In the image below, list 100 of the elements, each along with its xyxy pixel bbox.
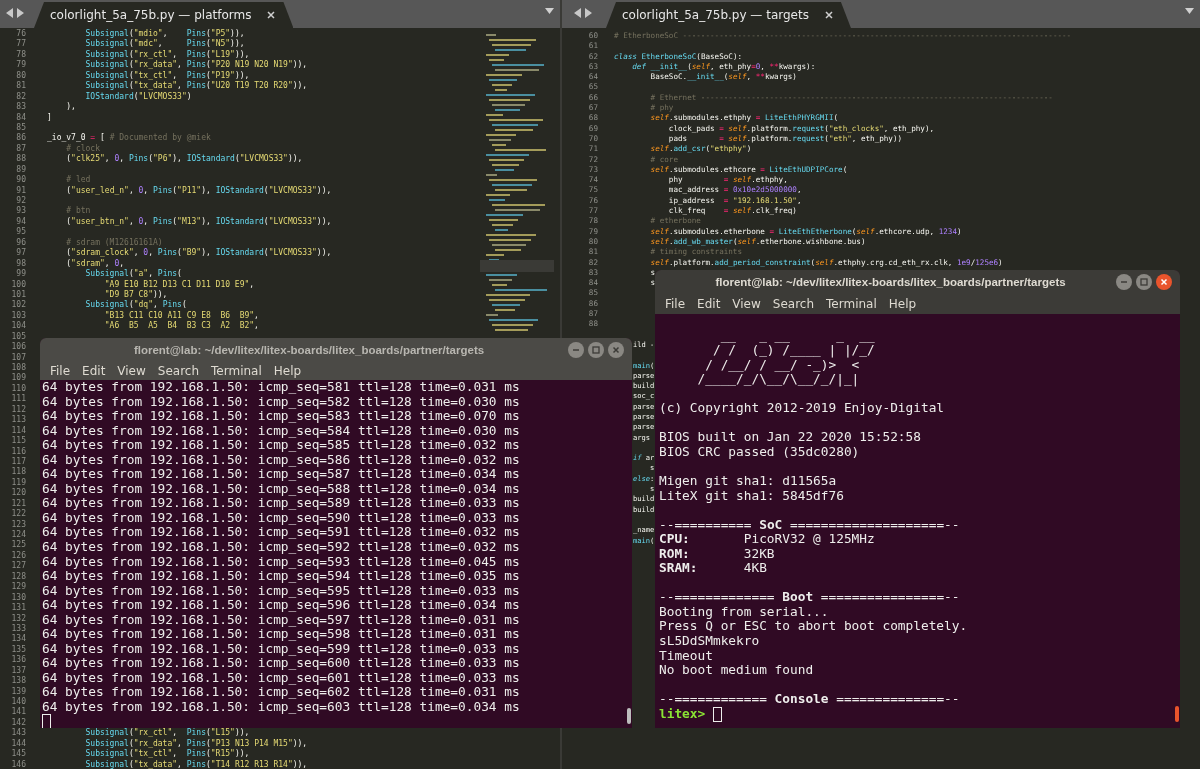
- line-number: 91: [15, 185, 27, 196]
- terminal-line: Booting from serial...: [659, 604, 829, 620]
- code-line: Subsignal("tx_ctl", Pins("R15")),: [84, 749, 250, 760]
- menu-item[interactable]: Terminal: [205, 364, 268, 378]
- line-number: 90: [15, 175, 27, 186]
- line-number: 124: [10, 530, 27, 540]
- code-line: Subsignal("rx_data", Pins("P13 N13 P14 M15")),: [84, 738, 308, 749]
- terminal-line: 64 bytes from 192.168.1.50: icmp_seq=581 ttl=128 time=0.031 ms: [42, 380, 520, 395]
- terminal-line: BIOS CRC passed (35dc0280): [659, 444, 860, 460]
- scrollbar-thumb[interactable]: [1175, 706, 1179, 722]
- minimize-icon: [1120, 278, 1128, 286]
- code-line: Subsignal("tx_data", Pins("T14 R12 R13 R14")),: [84, 759, 308, 769]
- editor-tab[interactable]: colorlight_5a_75b.py — platforms: [34, 2, 294, 28]
- terminal-line: sL5DdSMmkekro: [659, 634, 760, 649]
- menu-item[interactable]: Edit: [691, 297, 727, 311]
- code-line: _io_v7_0 = [ # Documented by @miek: [47, 133, 211, 144]
- close-icon: [1160, 278, 1168, 286]
- minimize-icon: [572, 346, 580, 354]
- terminal-line: 64 bytes from 192.168.1.50: icmp_seq=602 ttl=128 time=0.031 ms: [42, 685, 520, 701]
- line-number: 80: [15, 70, 27, 81]
- line-number: 141: [10, 707, 27, 718]
- line-number: 86: [15, 133, 27, 144]
- code-line: # sdram (M12616161A): [65, 237, 163, 248]
- line-number: 133: [10, 623, 27, 634]
- terminal-line: 64 bytes from 192.168.1.50: icmp_seq=589 ttl=128 time=0.033 ms: [42, 496, 520, 511]
- nav-arrows-icon: [6, 8, 24, 18]
- terminal-line: 64 bytes from 192.168.1.50: icmp_seq=587 ttl=128 time=0.034 ms: [42, 467, 520, 482]
- window-title: florent@lab: ~/dev/litex/litex-boards/litex_boards/partner/targets: [133, 344, 485, 356]
- line-number: 96: [15, 237, 27, 248]
- window-title: florent@lab: ~/dev/litex/litex-boards/litex_boards/partner/targets: [715, 276, 1066, 288]
- nav-arrows-icon: [574, 8, 592, 18]
- menu-item[interactable]: Search: [766, 297, 821, 311]
- terminal-line: 64 bytes from 192.168.1.50: icmp_seq=590 ttl=128 time=0.033 ms: [42, 510, 520, 526]
- line-number: 97: [15, 248, 27, 259]
- line-number: 88: [15, 154, 27, 165]
- line-number: 108: [10, 363, 27, 373]
- line-number: 130: [10, 592, 27, 603]
- line-number: 116: [10, 446, 27, 457]
- line-number: 140: [10, 697, 27, 707]
- minimize-button[interactable]: [568, 342, 584, 358]
- menu-item[interactable]: File: [659, 297, 692, 311]
- terminal-line: No boot medium found: [659, 663, 814, 678]
- code-line: "A6 B5 A5 B4 B3 C3 A2 B2",: [103, 321, 259, 332]
- terminal-line: 64 bytes from 192.168.1.50: icmp_seq=588 ttl=128 time=0.034 ms: [42, 481, 520, 497]
- terminal-line: / /__/ / __/ -_)> <: [704, 357, 860, 373]
- terminal-line: --============= Boot ================--: [659, 590, 960, 605]
- maximize-button[interactable]: [588, 342, 604, 358]
- code-line: ("sdram_clock", 0, Pins("B9"), IOStandard("LVCMOS33")),: [65, 248, 332, 259]
- text-cursor: [713, 706, 723, 722]
- terminal-line: 64 bytes from 192.168.1.50: icmp_seq=598 ttl=128 time=0.031 ms: [42, 627, 520, 642]
- line-number: 95: [15, 227, 27, 238]
- terminal-line: 64 bytes from 192.168.1.50: icmp_seq=591 ttl=128 time=0.032 ms: [42, 525, 520, 540]
- code-line: Subsignal("mdc", Pins("N5")),: [84, 39, 245, 50]
- terminal-line: 64 bytes from 192.168.1.50: icmp_seq=584 ttl=128 time=0.030 ms: [42, 423, 520, 439]
- menu-item[interactable]: View: [111, 364, 152, 378]
- code-line: ]: [47, 112, 52, 123]
- code-line: # led: [65, 175, 91, 186]
- code-line: ("user_btn_n", 0, Pins("M13"), IOStandard("LVCMOS33")),: [65, 216, 332, 228]
- line-number: 122: [10, 509, 27, 520]
- menu-item[interactable]: Help: [267, 364, 308, 378]
- menu-item[interactable]: Search: [151, 364, 206, 378]
- minimize-button[interactable]: [1116, 274, 1132, 290]
- line-number: 109: [10, 373, 27, 384]
- code-line: Subsignal("tx_ctl", Pins("P19")),: [84, 70, 250, 81]
- close-button[interactable]: [1156, 274, 1172, 290]
- line-number: 134: [10, 634, 27, 645]
- line-number: 120: [10, 488, 27, 499]
- close-icon: [267, 11, 276, 19]
- terminal-line: 64 bytes from 192.168.1.50: icmp_seq=585 ttl=128 time=0.032 ms: [42, 438, 520, 453]
- maximize-icon: [1140, 278, 1148, 286]
- line-number: 89: [15, 164, 27, 175]
- terminal-line: Timeout: [659, 648, 713, 664]
- terminal-line: /____/_/\__/\__/_/|_|: [696, 372, 860, 387]
- line-number: 93: [15, 206, 27, 217]
- menu-item[interactable]: Edit: [76, 364, 112, 378]
- code-line: ("clk25", 0, Pins("P6"), IOStandard("LVCMOS33")),: [65, 154, 303, 165]
- line-number: 145: [10, 749, 27, 760]
- line-number: 129: [10, 582, 27, 593]
- scrollbar-thumb[interactable]: [627, 708, 631, 724]
- terminal-line: --========== SoC ====================--: [659, 517, 960, 533]
- terminal-line: 64 bytes from 192.168.1.50: icmp_seq=596 ttl=128 time=0.034 ms: [42, 598, 520, 613]
- line-number: 94: [15, 216, 27, 227]
- code-line: # clock: [65, 143, 100, 154]
- editor-tab[interactable]: colorlight_5a_75b.py — targets: [606, 2, 851, 28]
- line-number: 81: [15, 81, 27, 92]
- terminal-line: 64 bytes from 192.168.1.50: icmp_seq=603 ttl=128 time=0.034 ms: [42, 700, 520, 715]
- code-line: Subsignal("rx_data", Pins("P20 N19 N20 N19")),: [84, 60, 308, 71]
- close-icon: [612, 346, 620, 354]
- terminal-line: ROM: 32KB: [659, 546, 775, 562]
- menu-item[interactable]: File: [44, 364, 77, 378]
- menu-item[interactable]: View: [726, 297, 767, 311]
- line-number: 106: [10, 342, 27, 353]
- line-number: 112: [10, 404, 27, 415]
- menu-item[interactable]: Help: [882, 297, 923, 311]
- menu-item[interactable]: Terminal: [820, 297, 883, 311]
- line-number: 98: [15, 258, 27, 269]
- line-number: 131: [10, 603, 27, 614]
- terminal-line: Press Q or ESC to abort boot completely.: [659, 619, 968, 635]
- line-number: 85: [15, 122, 27, 133]
- code-line: Subsignal("rx_ctl", Pins("L15")),: [84, 728, 250, 739]
